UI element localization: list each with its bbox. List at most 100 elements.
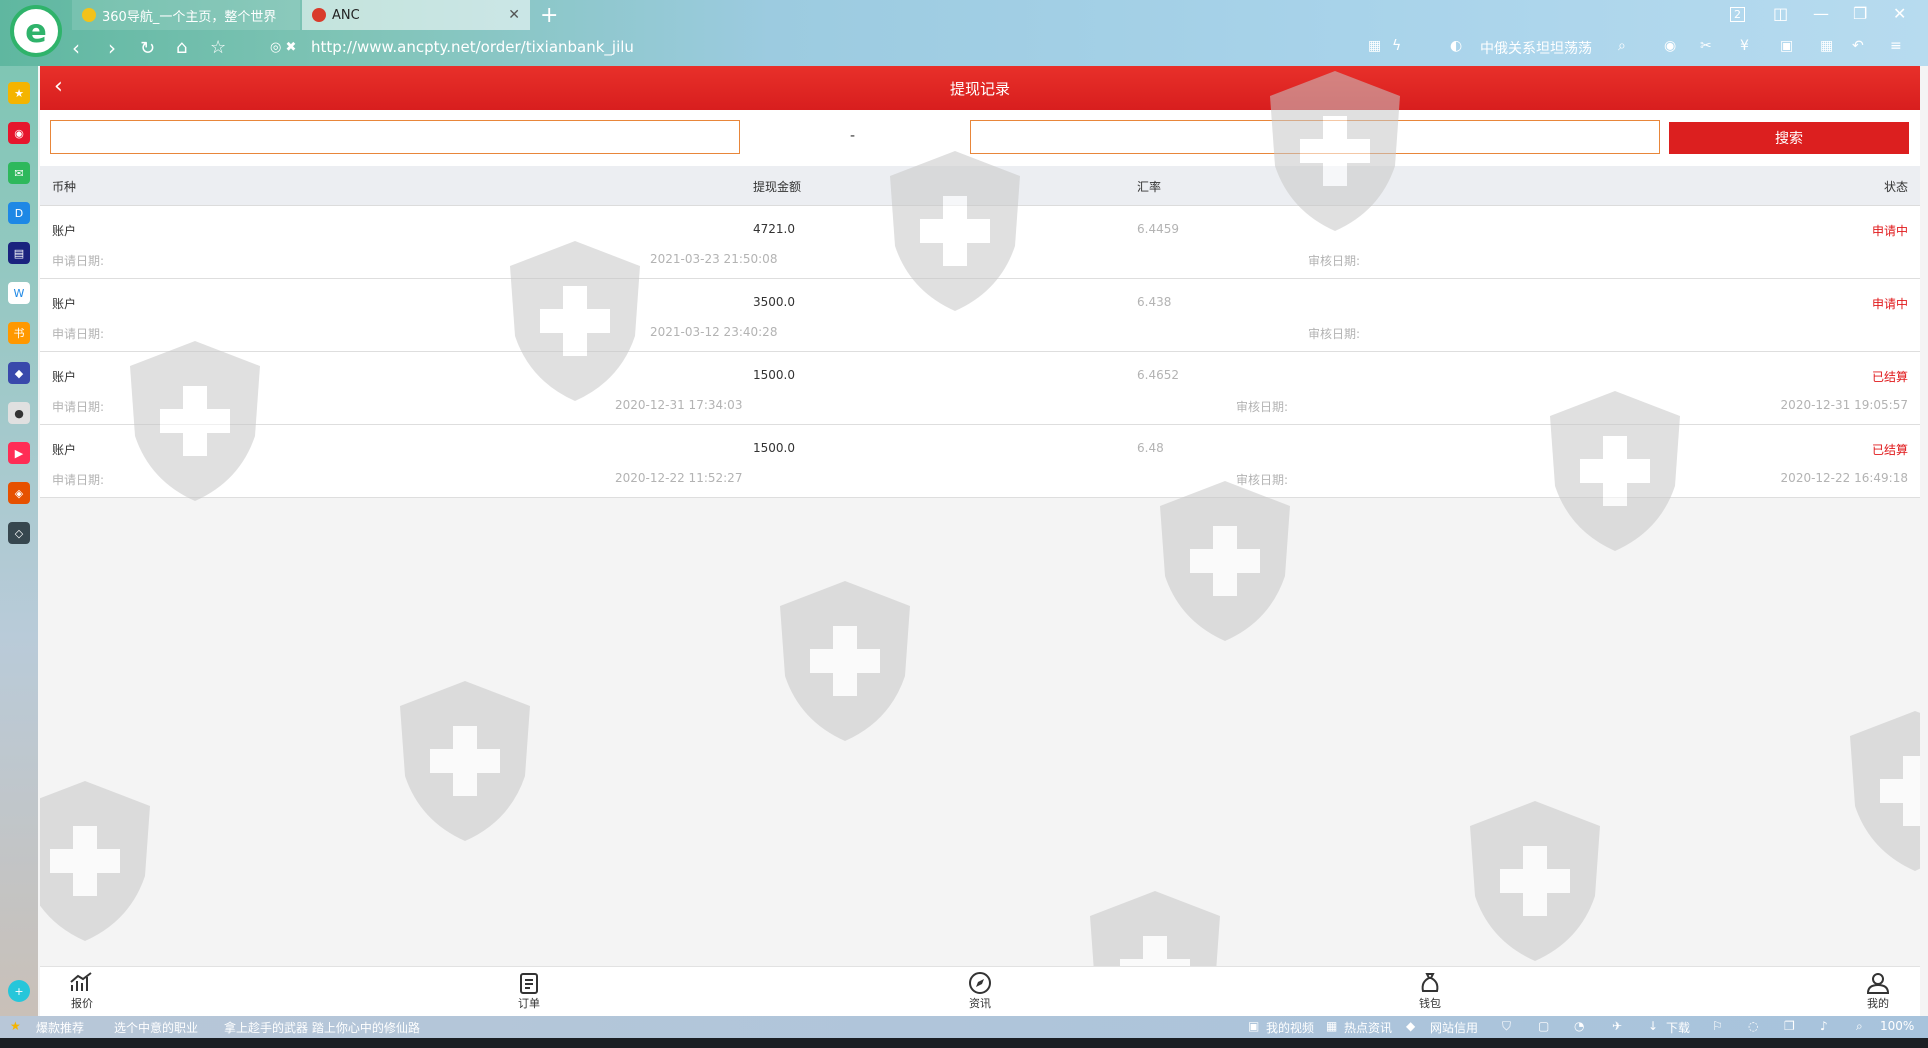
search-engine-icon[interactable]: ◐ xyxy=(1450,38,1462,54)
menu-icon[interactable]: ≡ xyxy=(1890,38,1902,54)
start-date-input[interactable] xyxy=(50,120,740,154)
novel-sidebar-icon[interactable]: 书 xyxy=(8,322,30,344)
review-date-label: 审核日期: xyxy=(1236,400,1289,414)
security-icon[interactable]: ◎ ✖ xyxy=(270,40,296,55)
row-amount: 1500.0 xyxy=(753,368,795,382)
browser-logo-icon[interactable]: e xyxy=(10,5,62,57)
browser-tab-360[interactable]: 360导航_一个主页，整个世界 xyxy=(72,0,300,30)
qr-icon[interactable]: ▦ xyxy=(1368,38,1381,54)
row-status: 已结算 xyxy=(1871,443,1908,457)
my-video-link[interactable]: 我的视频 xyxy=(1266,1019,1314,1036)
row-status: 已结算 xyxy=(1871,370,1908,384)
header-amount: 提现金额 xyxy=(753,180,802,194)
credit-drop-icon: ◆ xyxy=(1406,1019,1416,1033)
forward-nav-icon[interactable]: › xyxy=(108,36,116,60)
tab-count-badge[interactable]: 2 xyxy=(1730,7,1745,22)
shield-status-icon[interactable]: ⛉ xyxy=(1502,1019,1511,1034)
mail-sidebar-icon[interactable]: ✉ xyxy=(8,162,30,184)
zoom-icon[interactable]: ⌕ xyxy=(1856,1019,1863,1034)
tab-orders-label: 订单 xyxy=(518,997,540,1010)
weibo-sidebar-icon[interactable]: ◉ xyxy=(8,122,30,144)
row-status: 申请中 xyxy=(1871,297,1908,311)
tab-wallet[interactable]: 钱包 xyxy=(1400,971,1460,1011)
pin-status-icon[interactable]: ✈ xyxy=(1612,1019,1622,1033)
translate-icon[interactable]: ◉ xyxy=(1664,38,1676,54)
shield-watermark-icon xyxy=(40,781,150,941)
game-sidebar-icon[interactable]: ▤ xyxy=(8,242,30,264)
apply-date-label: 申请日期: xyxy=(52,327,105,341)
apply-date-label: 申请日期: xyxy=(52,473,105,487)
game-icon[interactable]: ▣ xyxy=(1780,38,1793,54)
apply-date-value: 2021-03-23 21:50:08 xyxy=(650,252,778,266)
doc-sidebar-icon[interactable]: W xyxy=(8,282,30,304)
table-row[interactable]: 账户 1500.0 6.48 已结算 申请日期: 2020-12-22 11:5… xyxy=(40,425,1920,498)
tab-label: 360导航_一个主页，整个世界 xyxy=(102,9,277,25)
back-arrow-icon[interactable]: ‹ xyxy=(54,74,63,99)
favorite-star-icon[interactable]: ☆ xyxy=(210,37,226,58)
scissors-icon[interactable]: ✂ xyxy=(1700,38,1712,54)
end-date-input[interactable] xyxy=(970,120,1660,154)
recommend-label[interactable]: 爆款推荐 xyxy=(36,1019,84,1036)
favorites-sidebar-icon[interactable]: ★ xyxy=(8,82,30,104)
image-status-icon[interactable]: ▢ xyxy=(1538,1019,1549,1033)
browser-tab-anc[interactable]: ANC ✕ xyxy=(302,0,530,30)
game3-sidebar-icon[interactable]: ◈ xyxy=(8,482,30,504)
window-status-icon[interactable]: ❐ xyxy=(1784,1019,1795,1033)
download-label[interactable]: 下载 xyxy=(1666,1019,1690,1036)
shield-watermark-icon xyxy=(400,681,530,841)
skin-icon[interactable]: ◫ xyxy=(1773,4,1788,23)
new-tab-icon[interactable]: + xyxy=(540,3,558,28)
recommend-star-icon: ★ xyxy=(10,1019,21,1033)
review-date-value: 2020-12-31 19:05:57 xyxy=(1780,398,1908,412)
zoom-level[interactable]: 100% xyxy=(1880,1019,1914,1033)
address-bar[interactable]: http://www.ancpty.net/order/tixianbank_j… xyxy=(311,38,634,56)
tab-mine[interactable]: 我的 xyxy=(1848,971,1908,1011)
tab-quotes[interactable]: 报价 xyxy=(52,971,112,1011)
coin-icon[interactable]: ¥ xyxy=(1740,38,1749,54)
tab-orders[interactable]: 订单 xyxy=(499,971,559,1011)
search-button[interactable]: 搜索 xyxy=(1669,122,1909,154)
add-sidebar-icon[interactable]: + xyxy=(8,980,30,1002)
lightning-icon[interactable]: ϟ xyxy=(1392,38,1401,54)
back-nav-icon[interactable]: ‹ xyxy=(72,36,80,60)
game2-sidebar-icon[interactable]: ◆ xyxy=(8,362,30,384)
row-account: 账户 xyxy=(52,443,77,457)
row-amount: 4721.0 xyxy=(753,222,795,236)
video-sidebar-icon[interactable]: ▶ xyxy=(8,442,30,464)
search-icon[interactable]: ⌕ xyxy=(1618,38,1626,54)
table-row[interactable]: 账户 1500.0 6.4652 已结算 申请日期: 2020-12-31 17… xyxy=(40,352,1920,425)
flag-status-icon[interactable]: ⚐ xyxy=(1712,1019,1723,1033)
table-row[interactable]: 账户 3500.0 6.438 申请中 申请日期: 2021-03-12 23:… xyxy=(40,279,1920,352)
chart-icon xyxy=(70,972,92,991)
cleanup-status-icon[interactable]: ◌ xyxy=(1748,1019,1758,1033)
promo-link-2[interactable]: 拿上趁手的武器 踏上你心中的修仙路 xyxy=(224,1019,420,1036)
site-credit-link[interactable]: 网站信用 xyxy=(1430,1019,1478,1036)
hot-news-link[interactable]: 热点资讯 xyxy=(1344,1019,1392,1036)
row-rate: 6.4652 xyxy=(1137,368,1179,382)
tab-news-label: 资讯 xyxy=(969,997,991,1010)
download-icon[interactable]: ↓ xyxy=(1648,1019,1658,1033)
sound-status-icon[interactable]: ♪ xyxy=(1820,1019,1828,1033)
refresh-icon[interactable]: ↻ xyxy=(140,38,155,59)
close-window-icon[interactable]: ✕ xyxy=(1893,4,1906,23)
search-hint[interactable]: 中俄关系坦坦荡荡 xyxy=(1480,38,1592,58)
apply-date-label: 申请日期: xyxy=(52,400,105,414)
tab-news[interactable]: 资讯 xyxy=(950,971,1010,1011)
table-row[interactable]: 账户 4721.0 6.4459 申请中 申请日期: 2021-03-23 21… xyxy=(40,206,1920,279)
app-sidebar-icon[interactable]: D xyxy=(8,202,30,224)
panda-sidebar-icon[interactable]: ● xyxy=(8,402,30,424)
apps-icon[interactable]: ▦ xyxy=(1820,38,1833,54)
game4-sidebar-icon[interactable]: ◇ xyxy=(8,522,30,544)
promo-link-1[interactable]: 选个中意的职业 xyxy=(114,1019,198,1036)
tab-label: ANC xyxy=(332,7,360,23)
undo-icon[interactable]: ↶ xyxy=(1852,38,1864,54)
tab-close-icon[interactable]: ✕ xyxy=(508,7,520,23)
apply-date-value: 2020-12-22 11:52:27 xyxy=(615,471,743,485)
os-taskbar xyxy=(0,1038,1928,1048)
minimize-icon[interactable]: — xyxy=(1813,4,1829,23)
home-icon[interactable]: ⌂ xyxy=(176,37,187,58)
table-header: 币种 提现金额 汇率 状态 xyxy=(40,166,1920,206)
restore-icon[interactable]: ❐ xyxy=(1853,4,1867,23)
speed-status-icon[interactable]: ◔ xyxy=(1574,1019,1584,1033)
tab-wallet-label: 钱包 xyxy=(1419,997,1441,1010)
